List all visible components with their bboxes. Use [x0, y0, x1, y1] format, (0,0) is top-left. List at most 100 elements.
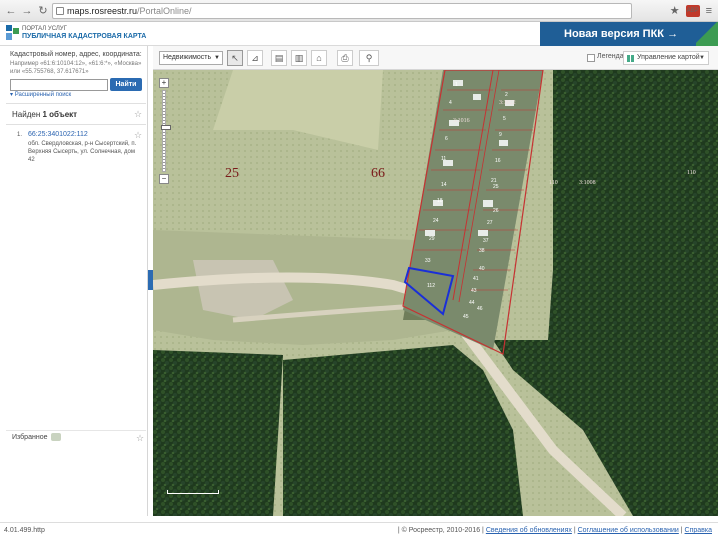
search-title: Кадастровый номер, адрес, координата: [10, 51, 142, 58]
find-button[interactable]: Найти [110, 78, 142, 91]
result-cadastral-link[interactable]: 66:25:3401022:112 [28, 131, 88, 138]
search-input[interactable] [10, 79, 108, 91]
result-number: 1. [17, 132, 23, 138]
chevron-down-icon: ▼ [699, 55, 705, 61]
plot-number: 43 [471, 288, 477, 294]
plot-number: 16 [495, 158, 501, 164]
plot-number: 5 [503, 116, 506, 122]
plot-number: 24 [433, 218, 439, 224]
plot-number: 11 [441, 156, 447, 162]
bookmark-star-icon[interactable]: ★ [670, 3, 680, 19]
legend-label: Легенда [597, 53, 624, 60]
plot-number: 46 [477, 306, 483, 312]
plot-number: 40 [479, 266, 485, 272]
layers-tool-icon[interactable]: ▤ [271, 50, 287, 66]
area-label-66: 66 [371, 166, 385, 181]
plot-number: 37 [483, 238, 489, 244]
help-link[interactable]: Справка [685, 527, 712, 534]
layer-select-value: Недвижимость [163, 54, 212, 61]
identify-tool-icon[interactable]: ↖ [227, 50, 243, 66]
page-icon [56, 7, 64, 15]
chevron-down-icon: ▾ [10, 92, 14, 98]
browser-toolbar: ← → ↻ maps.rosreestr.ru/PortalOnline/ ★ … [0, 0, 718, 22]
star-icon[interactable]: ☆ [136, 431, 144, 445]
plot-number: 14 [441, 182, 447, 188]
divider [6, 124, 146, 125]
plot-number: 26 [493, 208, 499, 214]
plot-number: 38 [479, 248, 485, 254]
app-header: ПОРТАЛ УСЛУГ ПУБЛИЧНАЯ КАДАСТРОВАЯ КАРТА… [0, 22, 718, 46]
favorites-bar[interactable]: Избранное ☆ [6, 430, 146, 444]
plot-number: 33 [425, 258, 431, 264]
plot-number: 44 [469, 300, 475, 306]
address-bar[interactable]: maps.rosreestr.ru/PortalOnline/ [52, 3, 632, 19]
version-text: 4.01.499.http [4, 527, 45, 534]
plot-number: 6 [445, 136, 448, 142]
plot-number: 25 [493, 184, 499, 190]
footer-links: | © Росреестр, 2010-2016 | Сведения об о… [397, 527, 712, 534]
grid-icon [627, 55, 634, 62]
status-bar: 4.01.499.http | © Росреестр, 2010-2016 |… [0, 522, 718, 540]
building-tool-icon[interactable]: ⌂ [311, 50, 327, 66]
plot-number: 45 [463, 314, 469, 320]
zoom-out-icon[interactable]: − [159, 174, 169, 184]
forward-icon[interactable]: → [20, 4, 34, 18]
selected-parcel-label[interactable]: 112 [427, 283, 435, 289]
zoom-slider-thumb[interactable] [161, 125, 171, 130]
plot-number: 27 [487, 220, 493, 226]
measure-tool-icon[interactable]: ⊿ [247, 50, 263, 66]
url-path: /PortalOnline/ [137, 6, 192, 16]
zoom-control: + − [159, 78, 171, 184]
found-prefix: Найден [12, 110, 41, 119]
new-version-button[interactable]: Новая версия ПКК → [540, 22, 718, 46]
menu-icon[interactable]: ≡ [706, 3, 712, 19]
legend-checkbox[interactable] [587, 54, 595, 62]
logo-title[interactable]: ПУБЛИЧНАЯ КАДАСТРОВАЯ КАРТА [22, 33, 146, 40]
chart-tool-icon[interactable]: ▥ [291, 50, 307, 66]
map-canvas[interactable]: 25 66 3:1022 3:1016 110 110 3:1008 112 1… [153, 70, 718, 516]
print-icon[interactable]: ⎙ [337, 50, 353, 66]
zoom-slider[interactable] [161, 90, 171, 172]
map-control-dropdown[interactable]: Управление картой ▼ [623, 51, 709, 65]
plot-number: 2 [505, 92, 508, 98]
search-hint: Например «61:6:10104:12», «61:6:*», «Мос… [10, 61, 142, 75]
block-label: 3:1022 [499, 100, 516, 106]
adblock-icon[interactable]: ABP [685, 5, 700, 17]
terms-link[interactable]: Соглашение об использовании [578, 527, 679, 534]
layer-select[interactable]: Недвижимость ▼ [159, 51, 223, 65]
url-host: maps.rosreestr.ru [67, 6, 138, 16]
area-label-25: 25 [225, 166, 239, 181]
logo-subtitle: ПОРТАЛ УСЛУГ [22, 26, 67, 32]
map-toolbar: Недвижимость ▼ ↖ ⊿ ▤ ▥ ⌂ ⎙ ⚲ Легенда Упр… [153, 46, 718, 70]
block-label: 3:1016 [453, 118, 470, 124]
star-icon[interactable]: ☆ [134, 109, 142, 120]
plot-number: 18 [437, 198, 443, 204]
block-label: 3:1008 [579, 180, 596, 186]
reload-icon[interactable]: ↻ [36, 4, 50, 18]
back-icon[interactable]: ← [4, 4, 18, 18]
zoom-in-icon[interactable]: + [159, 78, 169, 88]
updates-link[interactable]: Сведения об обновлениях [486, 527, 572, 534]
divider [6, 103, 146, 104]
copyright-text: | © Росреестр, 2010-2016 | [397, 527, 484, 534]
advanced-search-label: Расширенный поиск [14, 92, 72, 98]
found-count: 1 объект [42, 110, 78, 119]
advanced-search-link[interactable]: ▾ Расширенный поиск [10, 91, 71, 98]
plot-number: 9 [499, 132, 502, 138]
block-label: 110 [549, 180, 558, 186]
plot-number: 1 [455, 82, 458, 88]
favorites-icon [51, 433, 62, 442]
favorites-label: Избранное [12, 434, 48, 441]
satellite-imagery [153, 70, 718, 516]
chevron-down-icon: ▼ [214, 55, 220, 61]
search-panel: Кадастровый номер, адрес, координата: На… [0, 46, 148, 516]
plot-number: 4 [449, 100, 452, 106]
block-label: 110 [687, 170, 696, 176]
map-control-label: Управление картой [637, 54, 700, 61]
browser-actions: ★ ABP ≡ [670, 3, 712, 19]
link-icon[interactable]: ⚲ [359, 50, 379, 66]
plot-number: 41 [473, 276, 479, 282]
results-count: Найден 1 объект [12, 110, 77, 119]
plot-number: 29 [429, 236, 435, 242]
result-address: обл. Свердловская, р-н Сысертский, п. Ве… [28, 141, 137, 163]
